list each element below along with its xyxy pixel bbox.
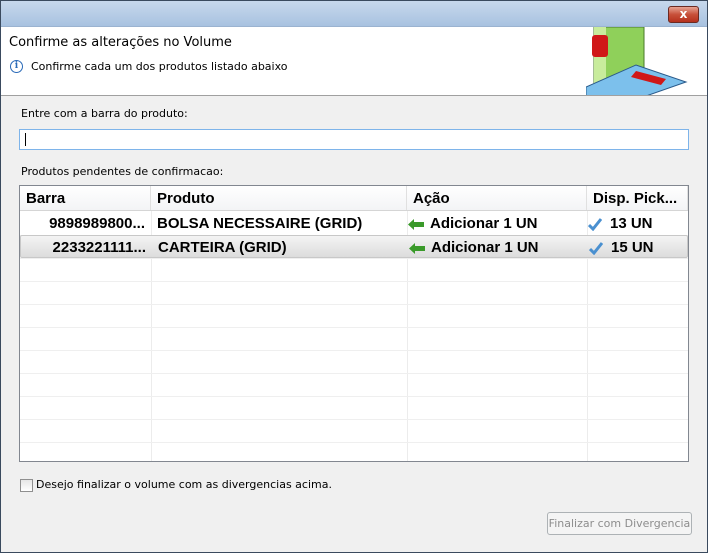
cell-barra: 2233221111... (52, 239, 146, 256)
arrow-left-icon (408, 218, 424, 230)
table-header: Barra Produto Ação Disp. Pick... (20, 186, 688, 211)
column-header-acao[interactable]: Ação (407, 186, 587, 210)
table-row[interactable]: 9898989800... BOLSA NECESSAIRE (GRID) Ad… (20, 212, 688, 235)
page-title: Confirme as alterações no Volume (9, 35, 232, 50)
finalize-checkbox-label[interactable]: Desejo finalizar o volume com as diverge… (36, 478, 332, 491)
column-header-produto[interactable]: Produto (151, 186, 407, 210)
barcode-input[interactable] (19, 129, 689, 150)
cell-acao: Adicionar 1 UN (431, 239, 539, 256)
checkmark-icon (589, 241, 603, 255)
info-icon: i (10, 60, 23, 73)
pending-label: Produtos pendentes de confirmacao: (21, 165, 224, 178)
pending-products-table[interactable]: Barra Produto Ação Disp. Pick... 9898989… (19, 185, 689, 462)
dialog-header: Confirme as alterações no Volume i Confi… (1, 27, 707, 96)
volume-box-icon (586, 27, 688, 95)
column-header-disp-pick[interactable]: Disp. Pick... (587, 186, 688, 210)
checkmark-icon (588, 217, 602, 231)
column-header-barra[interactable]: Barra (20, 186, 151, 210)
dialog-window: x Confirme as alterações no Volume i Con… (0, 0, 708, 553)
cell-disp-pick: 13 UN (610, 215, 653, 232)
title-bar[interactable]: x (1, 1, 707, 27)
arrow-left-icon (409, 242, 425, 254)
cell-barra: 9898989800... (49, 215, 145, 232)
cell-acao: Adicionar 1 UN (430, 215, 538, 232)
table-row-selected[interactable]: 2233221111... CARTEIRA (GRID) Adicionar … (20, 235, 688, 258)
barcode-label: Entre com a barra do produto: (21, 107, 188, 120)
cell-produto: CARTEIRA (GRID) (158, 239, 287, 256)
finalize-checkbox[interactable] (20, 479, 33, 492)
page-subtitle: Confirme cada um dos produtos listado ab… (31, 60, 288, 73)
cell-produto: BOLSA NECESSAIRE (GRID) (157, 215, 363, 232)
cell-disp-pick: 15 UN (611, 239, 654, 256)
finalize-with-divergence-button[interactable]: Finalizar com Divergencia (547, 512, 692, 535)
close-button[interactable]: x (668, 6, 699, 23)
